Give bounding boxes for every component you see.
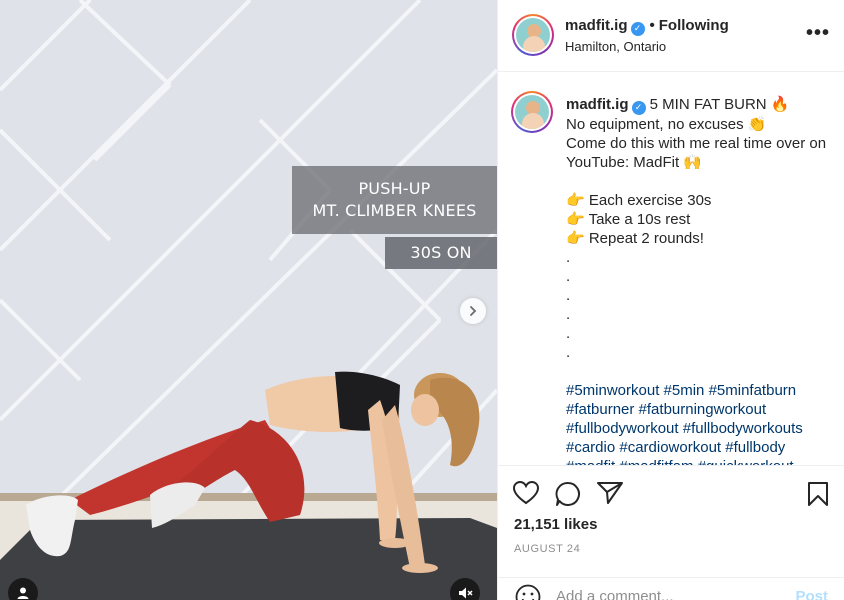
caption-line: . (566, 286, 571, 304)
post-media[interactable]: PUSH-UP MT. CLIMBER KNEES 30S ON (0, 0, 497, 600)
chevron-right-icon (470, 306, 477, 316)
post-details-panel: madfit.ig ✓ • Following Hamilton, Ontario •… (497, 0, 844, 600)
emoji-button[interactable] (515, 584, 541, 600)
caption-line: . (566, 324, 571, 342)
caption-line: YouTube: MadFit 🙌 (566, 153, 702, 171)
caption-username[interactable]: madfit.ig (566, 96, 629, 113)
comment-icon (555, 481, 580, 506)
post-header: madfit.ig ✓ • Following Hamilton, Ontario •… (498, 0, 844, 72)
caption-line: . (566, 343, 571, 361)
heart-icon (512, 480, 540, 505)
caption-line: . (566, 248, 571, 266)
following-button[interactable]: Following (659, 17, 729, 34)
caption-line: . (566, 305, 571, 323)
exercise-name-overlay: PUSH-UP MT. CLIMBER KNEES (292, 166, 497, 234)
caption-line: 5 MIN FAT BURN 🔥 (649, 96, 790, 113)
header-username[interactable]: madfit.ig (565, 17, 628, 34)
more-options-icon[interactable]: ••• (806, 22, 830, 45)
timer-overlay: 30S ON (385, 237, 497, 269)
hashtag-line[interactable]: #fullbodyworkout #fullbodyworkouts (566, 419, 836, 438)
comment-bar: Post (498, 577, 844, 600)
hashtag-line[interactable]: #cardio #cardioworkout #fullbody (566, 438, 836, 457)
like-button[interactable] (512, 480, 540, 510)
comment-button[interactable] (555, 481, 581, 512)
avatar[interactable] (512, 14, 554, 56)
verified-badge-icon: ✓ (630, 21, 645, 36)
caption-line: . (566, 267, 571, 285)
speaker-muted-icon (459, 587, 473, 599)
caption-text: madfit.ig ✓ 5 MIN FAT BURN 🔥 No equipment… (566, 95, 836, 465)
avatar[interactable] (511, 91, 553, 133)
video-frame (0, 0, 497, 600)
caption-line: No equipment, no excuses 👏 (566, 115, 767, 133)
post-date: AUGUST 24 (514, 543, 581, 555)
user-icon (17, 587, 29, 599)
bookmark-icon (808, 482, 828, 506)
caption-line: 👉 Repeat 2 rounds! (566, 229, 704, 247)
hashtag-line[interactable]: #5minworkout #5min #5minfatburn (566, 381, 836, 400)
post-actions: 21,151 likes AUGUST 24 (498, 465, 844, 577)
hashtag-line[interactable]: #fatburner #fatburningworkout (566, 400, 836, 419)
likes-count[interactable]: 21,151 likes (514, 516, 597, 533)
comment-input[interactable] (556, 588, 776, 600)
emoji-icon (515, 584, 541, 600)
caption-line: Come do this with me real time over on (566, 134, 827, 152)
share-icon (597, 482, 623, 504)
share-button[interactable] (597, 481, 623, 510)
exercise-line-1: PUSH-UP (358, 179, 431, 198)
header-user-row: madfit.ig ✓ • Following (565, 17, 729, 36)
post-comment-button[interactable]: Post (795, 588, 828, 600)
save-button[interactable] (807, 481, 829, 512)
next-slide-button[interactable] (460, 298, 486, 324)
caption-line: 👉 Each exercise 30s (566, 191, 712, 209)
caption-line: 👉 Take a 10s rest (566, 210, 691, 228)
tagged-users-button[interactable] (8, 578, 38, 600)
hashtag-line[interactable]: #madfit #madfitfam #quickworkout (566, 457, 836, 466)
verified-badge-icon: ✓ (631, 100, 646, 115)
separator-dot: • (649, 17, 655, 34)
caption-scroll-area[interactable]: madfit.ig ✓ 5 MIN FAT BURN 🔥 No equipment… (498, 73, 844, 465)
location-link[interactable]: Hamilton, Ontario (565, 39, 666, 54)
exercise-line-2: MT. CLIMBER KNEES (312, 201, 477, 220)
mute-button[interactable] (450, 578, 480, 600)
